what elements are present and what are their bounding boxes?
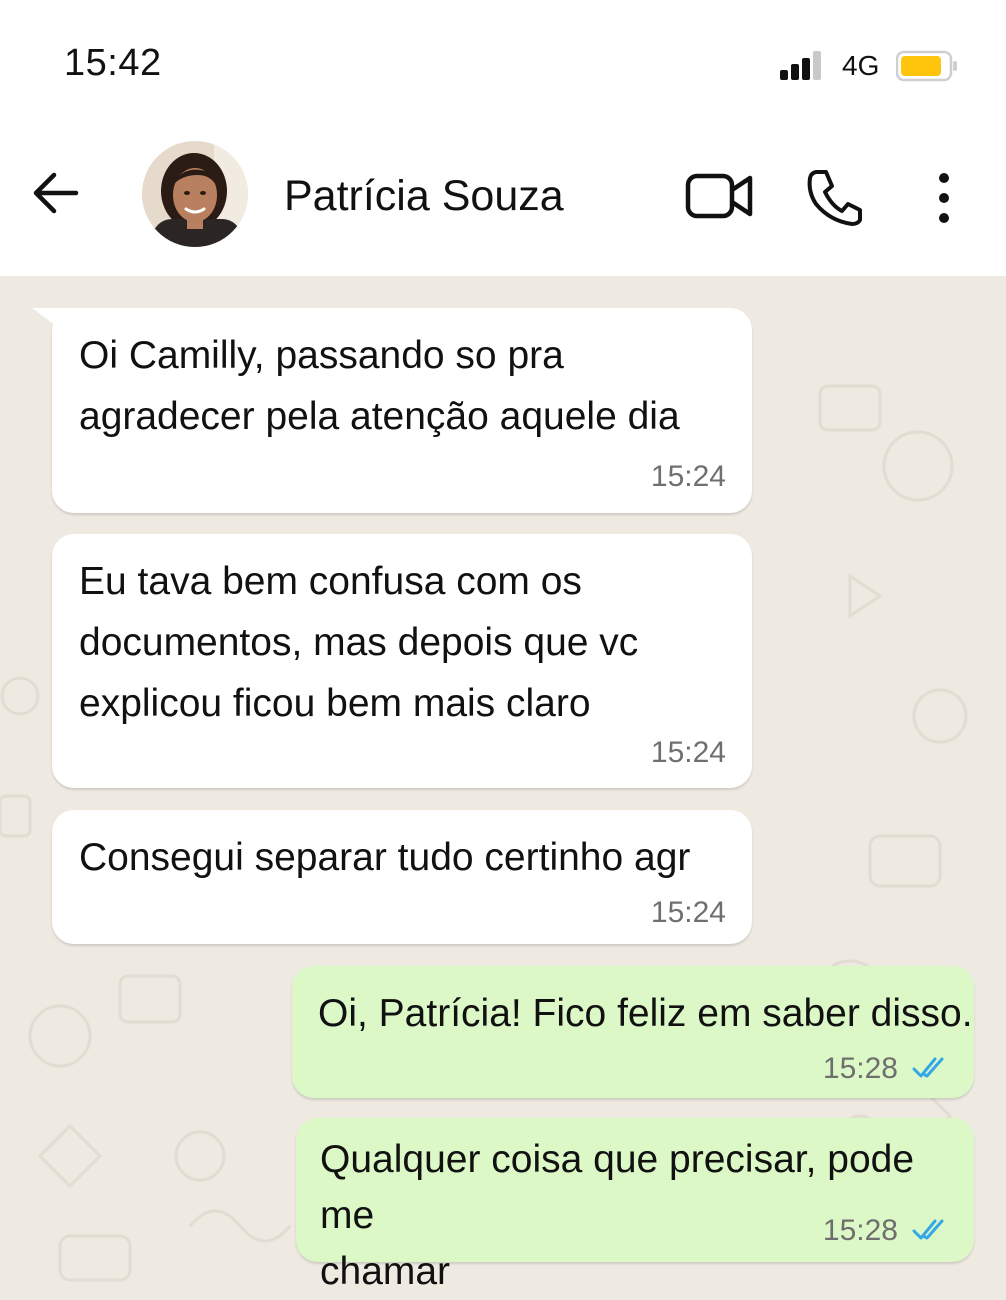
double-check-read-icon	[912, 1057, 944, 1078]
message-text: Eu tava bem confusa com os documentos, m…	[79, 560, 639, 725]
chat-area[interactable]: Oi Camilly, passando so pra agradecer pe…	[0, 276, 1006, 1300]
message-bubble-incoming[interactable]: Oi Camilly, passando so pra agradecer pe…	[32, 308, 752, 513]
video-camera-icon[interactable]	[684, 168, 756, 224]
message-bubble-outgoing[interactable]: Qualquer coisa que precisar, pode me cha…	[296, 1118, 974, 1293]
message-text: Consegui separar tudo certinho agr	[79, 836, 691, 879]
bubble-tail	[32, 308, 72, 338]
message-time: 15:28	[822, 1052, 898, 1085]
message-text: Oi Camilly, passando so pra agradecer pe…	[79, 334, 680, 438]
network-type: 4G	[842, 50, 880, 81]
battery-icon	[896, 50, 957, 82]
arrow-left-icon[interactable]	[28, 165, 84, 221]
message-bubble-incoming[interactable]: Eu tava bem confusa com os documentos, m…	[52, 534, 752, 788]
message-time: 15:28	[822, 1214, 898, 1247]
message-time: 15:24	[650, 460, 726, 493]
message-time: 15:24	[650, 736, 726, 769]
message-text: Oi, Patrícia! Fico feliz em saber disso.	[318, 992, 973, 1035]
message-bubble-incoming[interactable]: Consegui separar tudo certinho agr 15:24	[52, 810, 752, 944]
vertical-dots-icon[interactable]	[926, 172, 962, 224]
double-check-read-icon	[912, 1219, 944, 1240]
signal-bars-icon	[780, 51, 821, 80]
chat-header: Patrícia Souza	[0, 120, 1006, 276]
status-bar: 15:42 4G	[0, 0, 1006, 120]
contact-name[interactable]: Patrícia Souza	[284, 172, 564, 221]
message-bubble-outgoing[interactable]: Oi, Patrícia! Fico feliz em saber disso.…	[292, 966, 974, 1098]
avatar[interactable]	[142, 141, 248, 247]
message-time: 15:24	[650, 896, 726, 929]
phone-icon[interactable]	[804, 166, 866, 228]
status-time: 15:42	[64, 42, 162, 84]
